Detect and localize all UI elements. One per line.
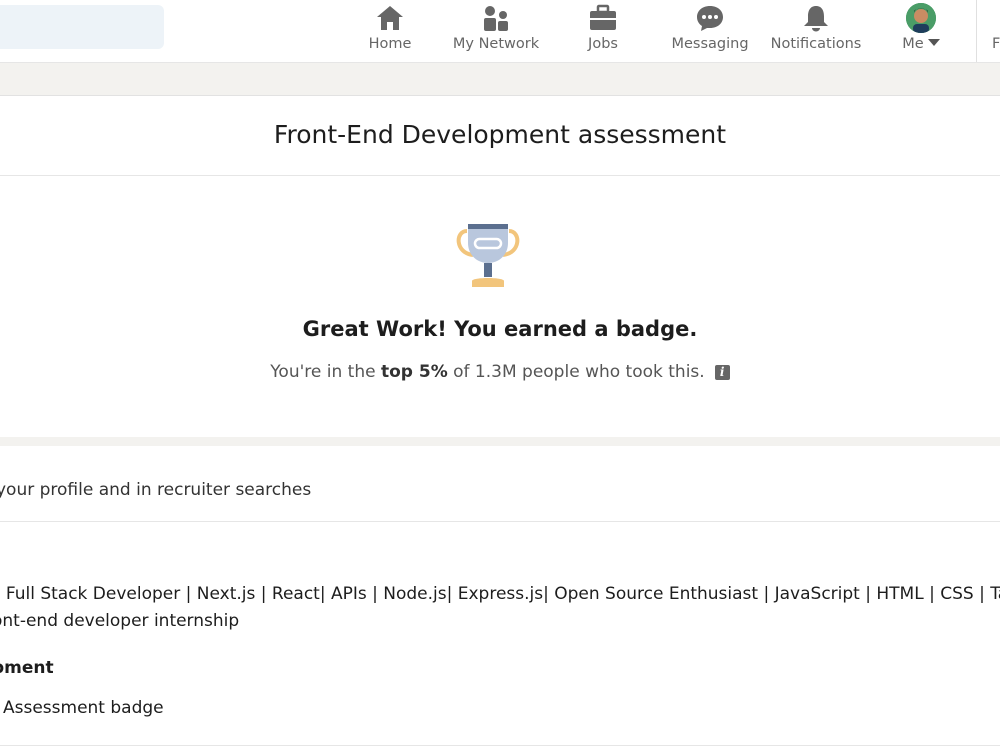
nav-messaging-label: Messaging: [671, 36, 749, 52]
briefcase-icon: [590, 4, 616, 30]
nav-me-label: Me: [894, 36, 948, 52]
home-icon: [377, 6, 403, 30]
nav-home-label: Home: [368, 36, 412, 52]
nav-me[interactable]: Me: [894, 0, 948, 62]
nav-home[interactable]: Home: [356, 0, 424, 62]
nav-my-network-label: My Network: [452, 36, 540, 52]
top-nav-bar: Home My Network Jobs Messaging Notificat…: [0, 0, 1000, 63]
page-title: Front-End Development assessment: [273, 120, 727, 149]
badge-heading: Great Work! You earned a badge.: [302, 317, 698, 341]
skill-name: pment: [0, 658, 54, 678]
assessment-result-card: Front-End Development assessment Great W…: [0, 95, 1000, 438]
badge-name: Assessment badge: [3, 698, 164, 718]
avatar: [906, 3, 936, 33]
profile-goal: ont-end developer internship: [0, 611, 240, 631]
message-icon: [697, 6, 723, 31]
network-icon: [484, 6, 508, 31]
nav-jobs[interactable]: Jobs: [570, 0, 636, 62]
info-icon[interactable]: i: [714, 364, 730, 380]
sub-bar: [0, 63, 1000, 94]
divider: [0, 521, 1000, 522]
nav-notifications-label: Notifications: [770, 36, 862, 52]
nav-jobs-label: Jobs: [588, 36, 618, 52]
percentile-highlight: top 5%: [380, 362, 448, 382]
trophy-icon: [456, 224, 520, 287]
profile-headline: e Full Stack Developer | Next.js | React…: [0, 584, 1000, 604]
visibility-text: your profile and in recruiter searches: [0, 480, 312, 500]
divider: [0, 745, 1000, 746]
nav-messaging[interactable]: Messaging: [668, 0, 752, 62]
nav-notifications[interactable]: Notifications: [768, 0, 864, 62]
chevron-down-icon: [927, 39, 940, 46]
divider: [0, 175, 1000, 176]
percentile-text: You're in the top 5% of 1.3M people who …: [0, 362, 1000, 382]
search-input[interactable]: [0, 5, 164, 49]
section-gap: [0, 437, 1000, 446]
nav-divider: [976, 0, 977, 62]
profile-visibility-card: your profile and in recruiter searches e…: [0, 446, 1000, 750]
nav-item-cut-label[interactable]: F: [992, 36, 1000, 52]
bell-icon: [804, 6, 828, 32]
nav-my-network[interactable]: My Network: [448, 0, 544, 62]
